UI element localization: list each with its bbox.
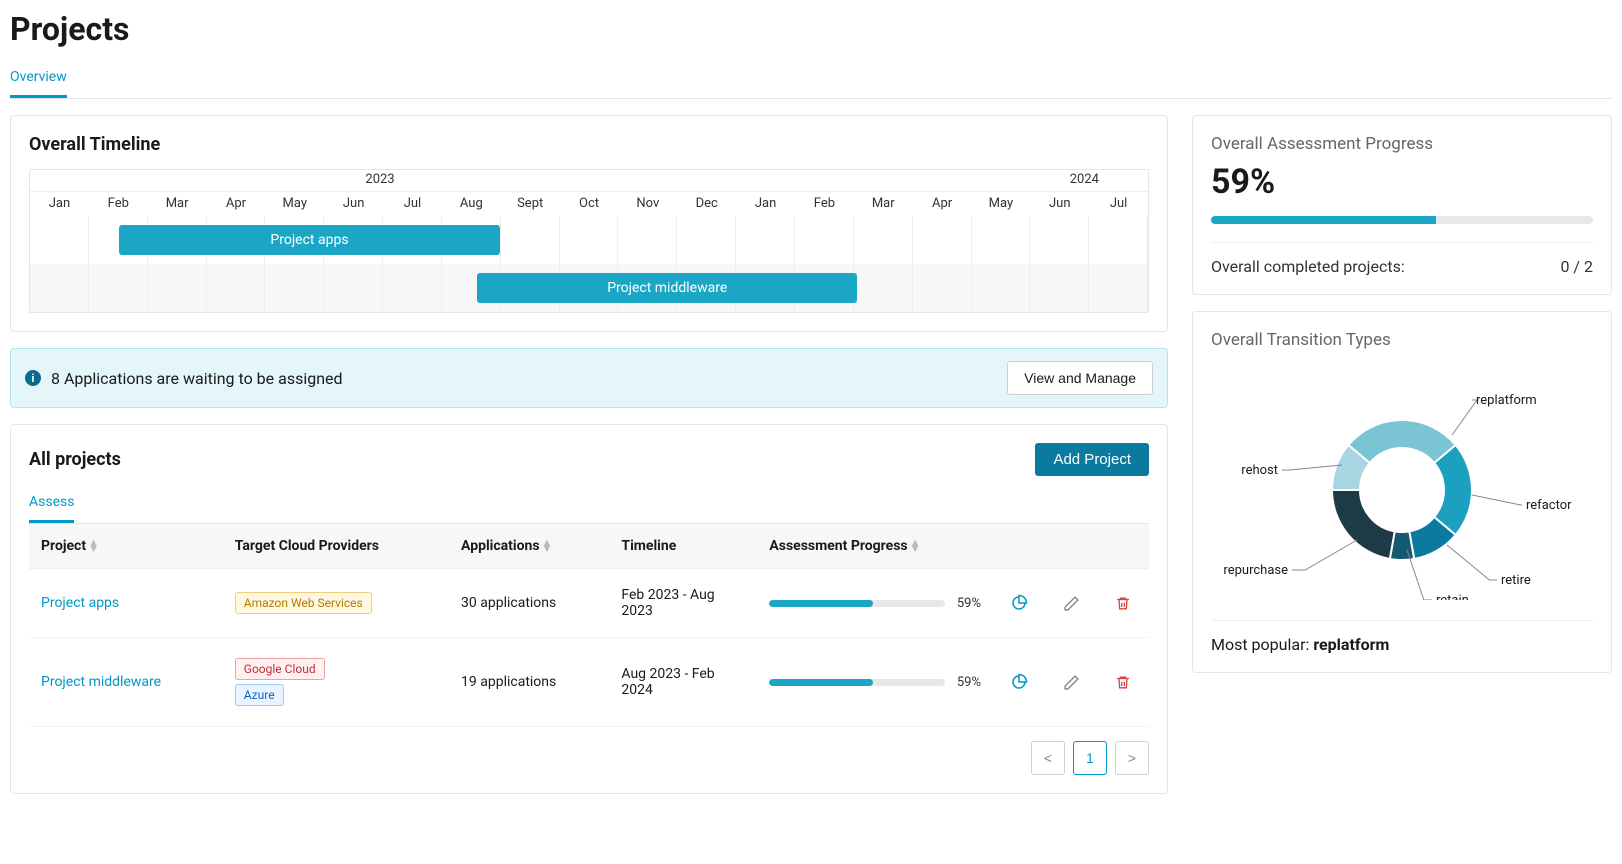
tab-overview[interactable]: Overview <box>10 69 67 98</box>
timeline-card: Overall Timeline 2023 2024 JanFebMarAprM… <box>10 115 1168 332</box>
delete-icon[interactable] <box>1109 589 1137 617</box>
month-label: Jul <box>1089 192 1148 216</box>
col-progress[interactable]: Assessment Progress▲▼ <box>757 524 993 569</box>
month-label: Mar <box>854 192 913 216</box>
table-row: Project middleware Google Cloud Azure 19 ap… <box>29 638 1149 727</box>
alert-banner: i 8 Applications are waiting to be assig… <box>10 348 1168 408</box>
gantt-bar[interactable]: Project apps <box>119 225 499 255</box>
sort-icon: ▲▼ <box>542 540 553 552</box>
chart-icon[interactable] <box>1005 589 1033 617</box>
assessment-pct: 59% <box>1211 162 1593 202</box>
gantt-bar[interactable]: Project middleware <box>477 273 857 303</box>
edit-icon[interactable] <box>1057 589 1085 617</box>
projects-title: All projects <box>29 449 121 470</box>
subtab-assess[interactable]: Assess <box>29 488 74 523</box>
month-label: Jul <box>383 192 442 216</box>
sort-icon: ▲▼ <box>88 540 99 552</box>
month-label: Mar <box>148 192 207 216</box>
table-row: Project apps Amazon Web Services 30 applic… <box>29 569 1149 638</box>
month-label: Feb <box>795 192 854 216</box>
assessment-title: Overall Assessment Progress <box>1211 134 1593 154</box>
delete-icon[interactable] <box>1109 668 1137 696</box>
timeline-cell: Feb 2023 - Aug 2023 <box>609 569 757 638</box>
month-label: Apr <box>207 192 266 216</box>
month-label: May <box>265 192 324 216</box>
month-label: Apr <box>913 192 972 216</box>
month-label: Jun <box>1030 192 1089 216</box>
applications-cell: 19 applications <box>449 638 609 727</box>
next-page-button[interactable]: > <box>1115 741 1149 775</box>
completed-value: 0 / 2 <box>1560 257 1593 276</box>
year-label-2023: 2023 <box>365 172 394 187</box>
projects-table: Project▲▼ Target Cloud Providers Applica… <box>29 524 1149 727</box>
donut-chart: replatform refactor retire retain repurchase… <box>1212 370 1592 600</box>
info-icon: i <box>25 370 41 386</box>
projects-card: All projects Add Project Assess Project▲… <box>10 424 1168 794</box>
month-label: Sept <box>501 192 560 216</box>
progress-cell: 59% <box>769 675 981 690</box>
timeline-grid: 2023 2024 JanFebMarAprMayJunJulAugSeptOc… <box>29 169 1149 313</box>
month-label: May <box>972 192 1031 216</box>
transitions-card: Overall Transition Types replatform refac… <box>1192 311 1612 673</box>
provider-tag: Azure <box>235 684 284 706</box>
donut-label-retire: retire <box>1501 573 1531 588</box>
month-label: Dec <box>677 192 736 216</box>
main-tabs: Overview <box>10 66 1612 99</box>
alert-text: 8 Applications are waiting to be assigne… <box>51 369 343 388</box>
assessment-progress-bar <box>1211 216 1593 224</box>
month-label: Jan <box>30 192 89 216</box>
month-label: Oct <box>560 192 619 216</box>
donut-slice-replatform <box>1348 420 1455 463</box>
prev-page-button[interactable]: < <box>1031 741 1065 775</box>
provider-tag: Google Cloud <box>235 658 325 680</box>
timeline-title: Overall Timeline <box>29 134 1149 155</box>
donut-label-repurchase: repurchase <box>1223 563 1288 578</box>
chart-icon[interactable] <box>1005 668 1033 696</box>
completed-label: Overall completed projects: <box>1211 257 1405 276</box>
project-link[interactable]: Project middleware <box>41 674 161 690</box>
assessment-card: Overall Assessment Progress 59% Overall … <box>1192 115 1612 295</box>
col-providers: Target Cloud Providers <box>223 524 449 569</box>
donut-label-rehost: rehost <box>1241 463 1278 478</box>
donut-label-refactor: refactor <box>1526 498 1572 513</box>
popular-row: Most popular: replatform <box>1211 620 1593 654</box>
month-label: Jan <box>736 192 795 216</box>
view-and-manage-button[interactable]: View and Manage <box>1007 361 1153 395</box>
page-1-button[interactable]: 1 <box>1073 741 1107 775</box>
col-project[interactable]: Project▲▼ <box>29 524 223 569</box>
provider-tag: Amazon Web Services <box>235 592 372 614</box>
donut-label-replatform: replatform <box>1476 393 1537 408</box>
pagination: < 1 > <box>29 741 1149 775</box>
project-link[interactable]: Project apps <box>41 595 119 611</box>
applications-cell: 30 applications <box>449 569 609 638</box>
month-label: Aug <box>442 192 501 216</box>
month-label: Nov <box>618 192 677 216</box>
edit-icon[interactable] <box>1057 668 1085 696</box>
month-label: Jun <box>324 192 383 216</box>
progress-cell: 59% <box>769 596 981 611</box>
year-label-2024: 2024 <box>1070 172 1099 187</box>
transitions-title: Overall Transition Types <box>1211 330 1593 350</box>
add-project-button[interactable]: Add Project <box>1035 443 1149 476</box>
donut-label-retain: retain <box>1436 593 1469 600</box>
sort-icon: ▲▼ <box>910 540 921 552</box>
col-timeline: Timeline <box>609 524 757 569</box>
col-applications[interactable]: Applications▲▼ <box>449 524 609 569</box>
month-label: Feb <box>89 192 148 216</box>
page-title: Projects <box>10 10 1612 48</box>
timeline-cell: Aug 2023 - Feb 2024 <box>609 638 757 727</box>
